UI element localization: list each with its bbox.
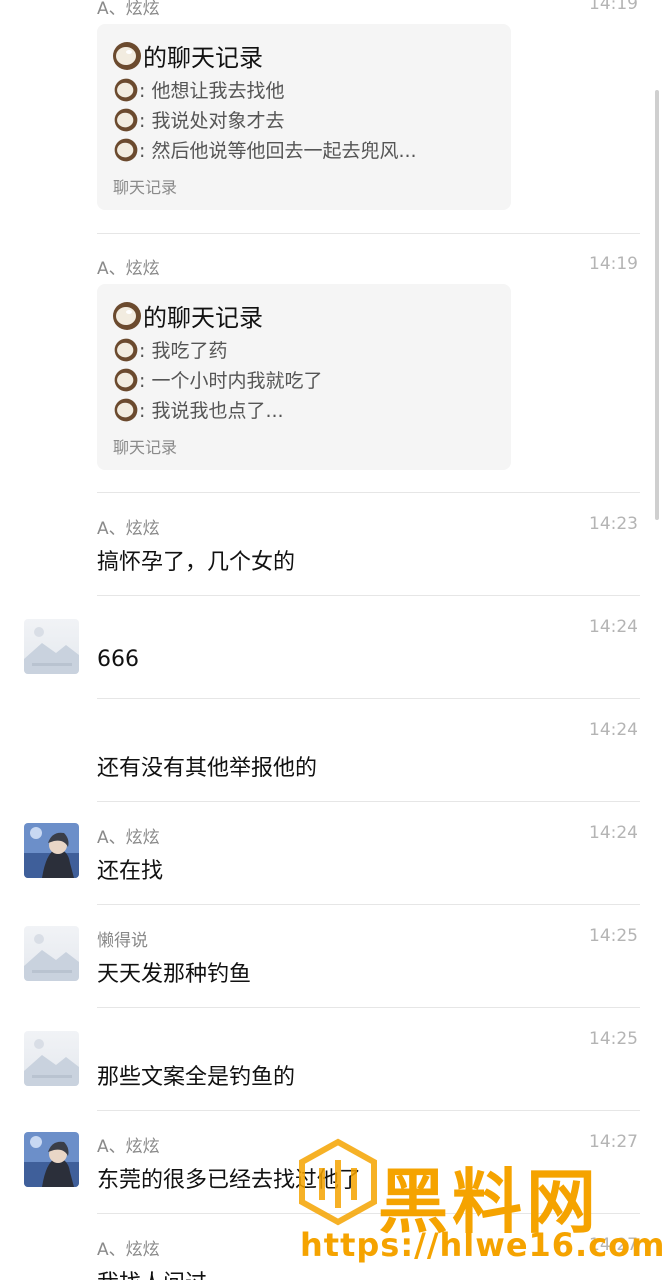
message-text[interactable]: 搞怀孕了，几个女的 <box>97 544 295 576</box>
avatar[interactable] <box>24 926 79 981</box>
coconut-emoji-icon <box>114 338 138 361</box>
card-line: : 我吃了药 <box>113 336 227 363</box>
divider <box>97 595 640 596</box>
forwarded-chat-card[interactable]: 的聊天记录 : 他想让我去找他 : 我说处对象才去 : 然后他说等他回去一起去兜… <box>97 24 511 210</box>
divider <box>97 801 640 802</box>
chat-history-list[interactable]: A、炫炫 14:19 的聊天记录 : 他想让我去找他 : 我说处对象才去 : 然… <box>0 0 664 1280</box>
message-text[interactable]: 还在找 <box>97 853 163 885</box>
message-text[interactable]: 还有没有其他举报他的 <box>97 750 317 782</box>
avatar[interactable] <box>24 619 79 674</box>
card-line: : 他想让我去找他 <box>113 76 284 103</box>
message-text[interactable]: 天天发那种钓鱼 <box>97 956 251 988</box>
card-footer: 聊天记录 <box>113 438 178 457</box>
avatar[interactable] <box>24 823 79 878</box>
sender-name: A、炫炫 <box>97 0 160 19</box>
coconut-emoji-icon <box>113 41 141 70</box>
sender-name: 懒得说 <box>97 931 148 951</box>
card-line: : 一个小时内我就吃了 <box>113 366 322 393</box>
card-line: : 我说我也点了... <box>113 396 284 423</box>
message-text[interactable]: 我找人问过 <box>97 1265 207 1280</box>
divider <box>97 233 640 234</box>
coconut-emoji-icon <box>114 368 138 391</box>
anime-avatar-icon <box>24 1132 79 1187</box>
coconut-emoji-icon <box>113 301 141 330</box>
divider <box>97 904 640 905</box>
card-line: : 我说处对象才去 <box>113 106 284 133</box>
card-title: 的聊天记录 <box>111 38 263 73</box>
timestamp: 14:25 <box>589 1029 638 1049</box>
sender-name: A、炫炫 <box>97 519 160 539</box>
coconut-emoji-icon <box>114 138 138 161</box>
sender-name: A、炫炫 <box>97 1137 160 1157</box>
divider <box>97 698 640 699</box>
watermark-url: https://hlwe16.com <box>300 1226 664 1264</box>
timestamp: 14:23 <box>589 514 638 534</box>
timestamp: 14:19 <box>589 254 638 274</box>
message-text[interactable]: 666 <box>97 647 139 672</box>
timestamp: 14:24 <box>589 617 638 637</box>
timestamp: 14:25 <box>589 926 638 946</box>
card-footer: 聊天记录 <box>113 178 178 197</box>
timestamp: 14:24 <box>589 720 638 740</box>
forwarded-chat-card[interactable]: 的聊天记录 : 我吃了药 : 一个小时内我就吃了 : 我说我也点了... 聊天记… <box>97 284 511 470</box>
timestamp: 14:24 <box>589 823 638 843</box>
sender-name: A、炫炫 <box>97 259 160 279</box>
card-line: : 然后他说等他回去一起去兜风... <box>113 136 417 163</box>
sender-name: A、炫炫 <box>97 828 160 848</box>
divider <box>97 492 640 493</box>
placeholder-image-icon <box>24 627 79 674</box>
placeholder-image-icon <box>24 934 79 981</box>
anime-avatar-icon <box>24 823 79 878</box>
placeholder-image-icon <box>24 1039 79 1086</box>
sender-name: A、炫炫 <box>97 1240 160 1260</box>
coconut-emoji-icon <box>114 398 138 421</box>
avatar[interactable] <box>24 1031 79 1086</box>
divider <box>97 1007 640 1008</box>
coconut-emoji-icon <box>114 78 138 101</box>
card-title: 的聊天记录 <box>111 298 263 333</box>
scrollbar[interactable] <box>655 90 659 520</box>
message-text[interactable]: 那些文案全是钓鱼的 <box>97 1059 295 1091</box>
coconut-emoji-icon <box>114 108 138 131</box>
avatar[interactable] <box>24 1132 79 1187</box>
timestamp: 14:19 <box>589 0 638 14</box>
divider <box>97 1110 640 1111</box>
